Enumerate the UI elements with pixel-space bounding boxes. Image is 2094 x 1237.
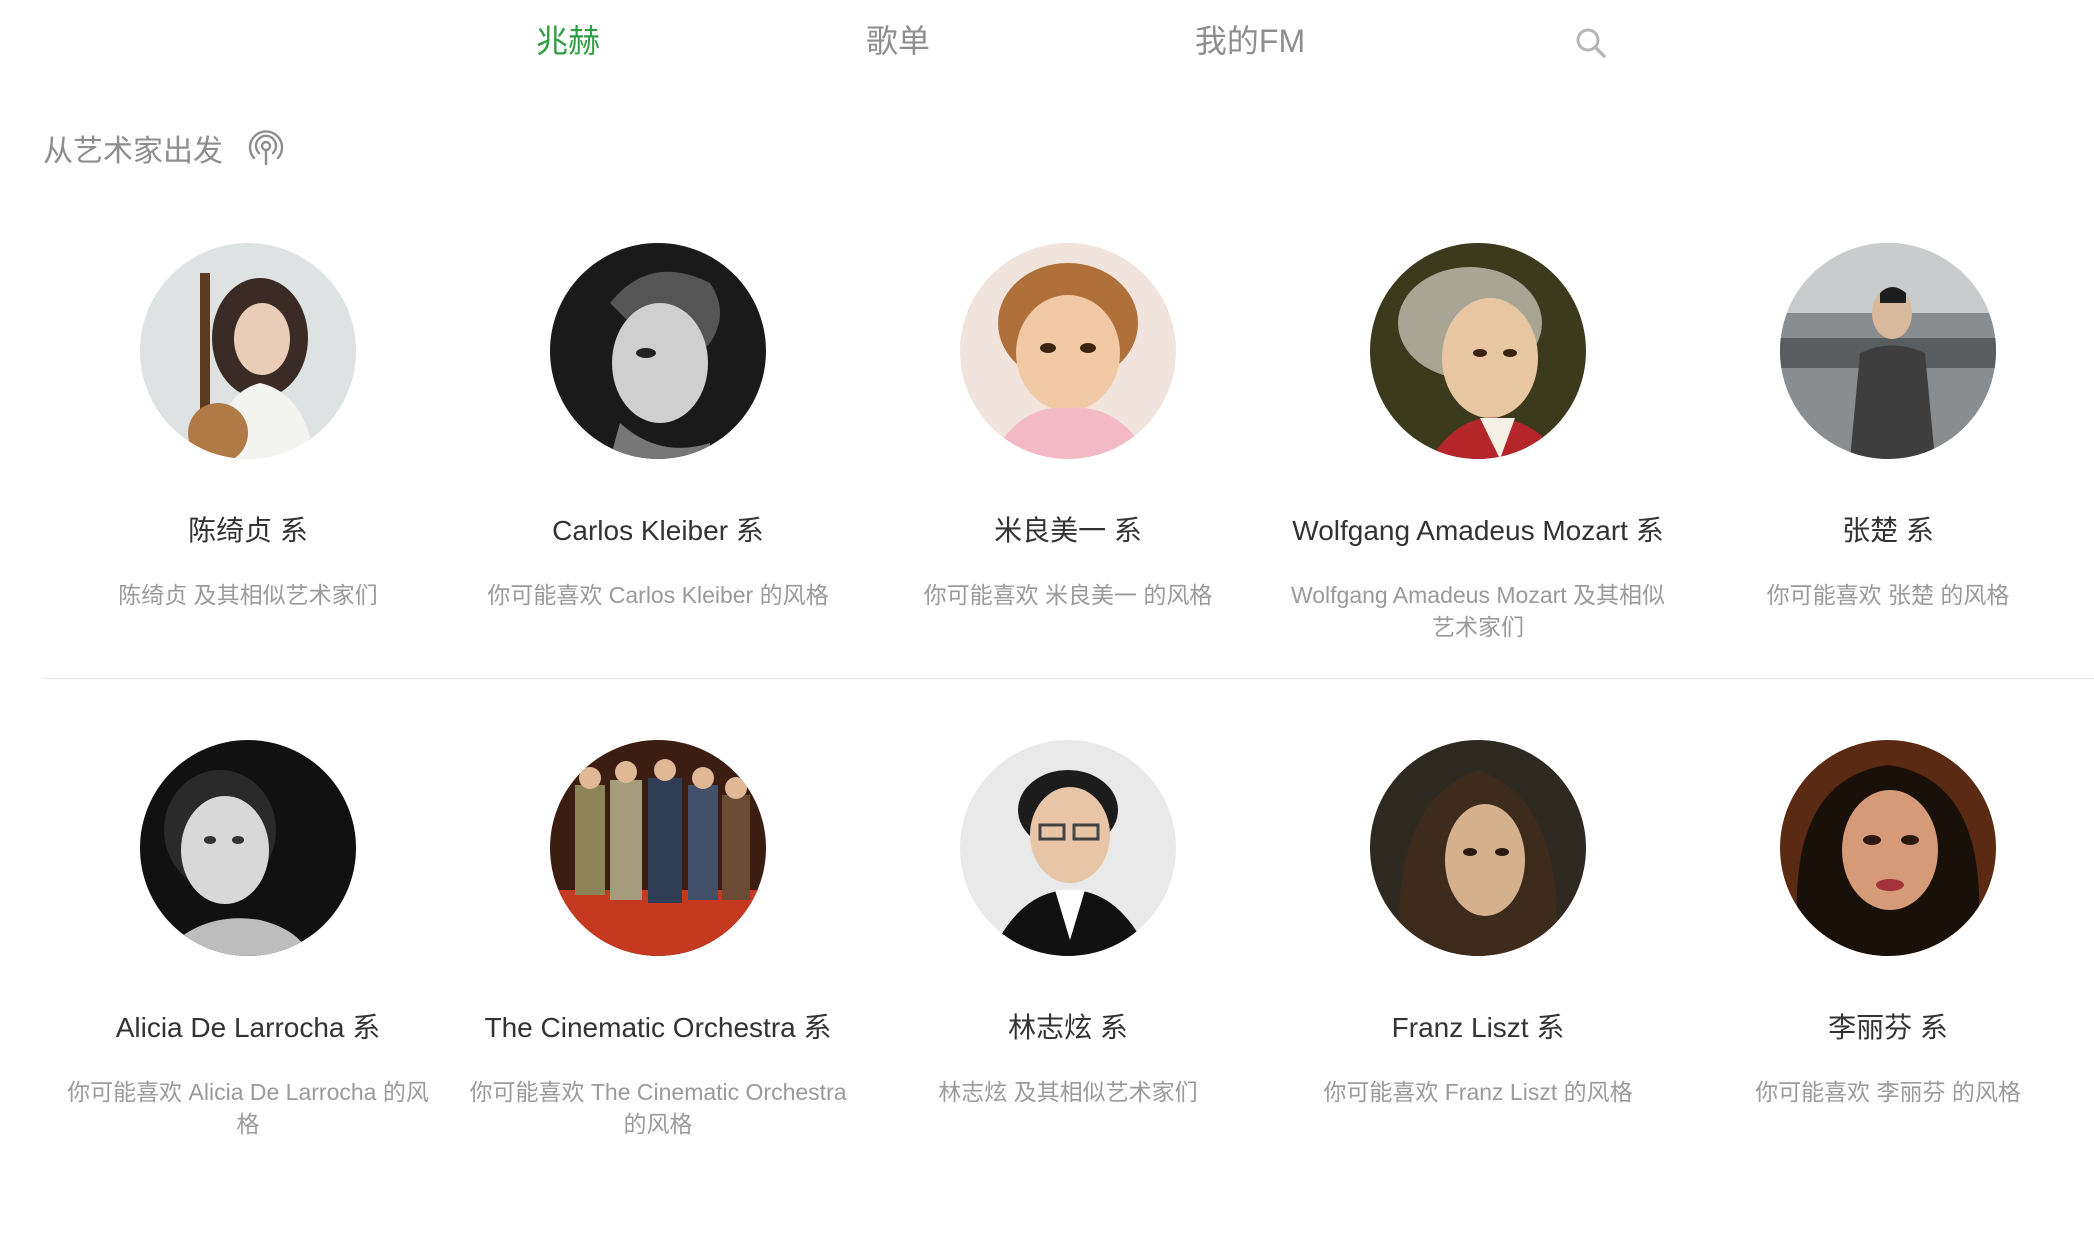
artist-avatar — [140, 243, 356, 459]
artist-avatar — [1370, 740, 1586, 956]
artist-description: 你可能喜欢 Franz Liszt 的风格 — [1323, 1079, 1633, 1105]
artist-avatar — [1780, 740, 1996, 956]
artist-card[interactable]: Franz Liszt 系 你可能喜欢 Franz Liszt 的风格 — [1273, 740, 1683, 1108]
artist-name[interactable]: The Cinematic Orchestra 系 — [485, 1006, 832, 1046]
artist-name[interactable]: 陈绮贞 系 — [188, 509, 308, 549]
artist-avatar — [140, 740, 356, 956]
artist-description: 林志炫 及其相似艺术家们 — [938, 1079, 1198, 1105]
artist-avatar — [550, 243, 766, 459]
artist-card[interactable]: The Cinematic Orchestra 系 你可能喜欢 The Cine… — [453, 740, 863, 1140]
artist-name[interactable]: 李丽芬 系 — [1828, 1006, 1948, 1046]
section-header: 从艺术家出发 — [43, 126, 285, 170]
artist-description: Wolfgang Amadeus Mozart 及其相似艺术家们 — [1290, 582, 1666, 640]
tab-playlists[interactable]: 歌单 — [866, 16, 930, 62]
artist-description: 你可能喜欢 李丽芬 的风格 — [1755, 1079, 2021, 1105]
artist-card[interactable]: 李丽芬 系 你可能喜欢 李丽芬 的风格 — [1683, 740, 2093, 1108]
artist-card[interactable]: 张楚 系 你可能喜欢 张楚 的风格 — [1683, 243, 2093, 611]
artist-name[interactable]: 张楚 系 — [1842, 509, 1934, 549]
artist-card[interactable]: Wolfgang Amadeus Mozart 系 Wolfgang Amade… — [1273, 243, 1683, 643]
artist-name[interactable]: 林志炫 系 — [1008, 1006, 1128, 1046]
artist-name[interactable]: 米良美一 系 — [994, 509, 1142, 549]
radio-signal-icon[interactable] — [247, 129, 285, 167]
artist-card[interactable]: Alicia De Larrocha 系 你可能喜欢 Alicia De Lar… — [43, 740, 453, 1140]
artist-card[interactable]: Carlos Kleiber 系 你可能喜欢 Carlos Kleiber 的风… — [453, 243, 863, 611]
artist-name[interactable]: Carlos Kleiber 系 — [552, 509, 764, 549]
tab-my-fm[interactable]: 我的FM — [1195, 16, 1305, 62]
artist-description: 你可能喜欢 米良美一 的风格 — [923, 582, 1213, 608]
artist-grid: 陈绮贞 系 陈绮贞 及其相似艺术家们 Carlos Kleiber 系 你可能喜… — [43, 243, 2094, 1237]
artist-row: Alicia De Larrocha 系 你可能喜欢 Alicia De Lar… — [43, 740, 2094, 1237]
artist-name[interactable]: Alicia De Larrocha 系 — [116, 1006, 381, 1046]
section-title: 从艺术家出发 — [43, 135, 223, 168]
artist-description: 你可能喜欢 Alicia De Larrocha 的风格 — [67, 1079, 429, 1137]
artist-avatar — [960, 740, 1176, 956]
artist-avatar — [960, 243, 1176, 459]
artist-avatar — [550, 740, 766, 956]
artist-description: 你可能喜欢 张楚 的风格 — [1766, 582, 2010, 608]
artist-description: 你可能喜欢 The Cinematic Orchestra 的风格 — [469, 1079, 847, 1137]
artist-card[interactable]: 陈绮贞 系 陈绮贞 及其相似艺术家们 — [43, 243, 453, 611]
artist-card[interactable]: 米良美一 系 你可能喜欢 米良美一 的风格 — [863, 243, 1273, 611]
artist-description: 你可能喜欢 Carlos Kleiber 的风格 — [487, 582, 829, 608]
artist-row: 陈绮贞 系 陈绮贞 及其相似艺术家们 Carlos Kleiber 系 你可能喜… — [43, 243, 2094, 740]
artist-name[interactable]: Franz Liszt 系 — [1392, 1006, 1565, 1046]
artist-name[interactable]: Wolfgang Amadeus Mozart 系 — [1292, 509, 1663, 549]
artist-card[interactable]: 林志炫 系 林志炫 及其相似艺术家们 — [863, 740, 1273, 1108]
artist-avatar — [1370, 243, 1586, 459]
top-nav: 兆赫 歌单 我的FM — [0, 16, 2094, 66]
search-icon[interactable] — [1574, 26, 1608, 60]
artist-avatar — [1780, 243, 1996, 459]
artist-description: 陈绮贞 及其相似艺术家们 — [118, 582, 378, 608]
tab-mhz[interactable]: 兆赫 — [536, 16, 600, 62]
